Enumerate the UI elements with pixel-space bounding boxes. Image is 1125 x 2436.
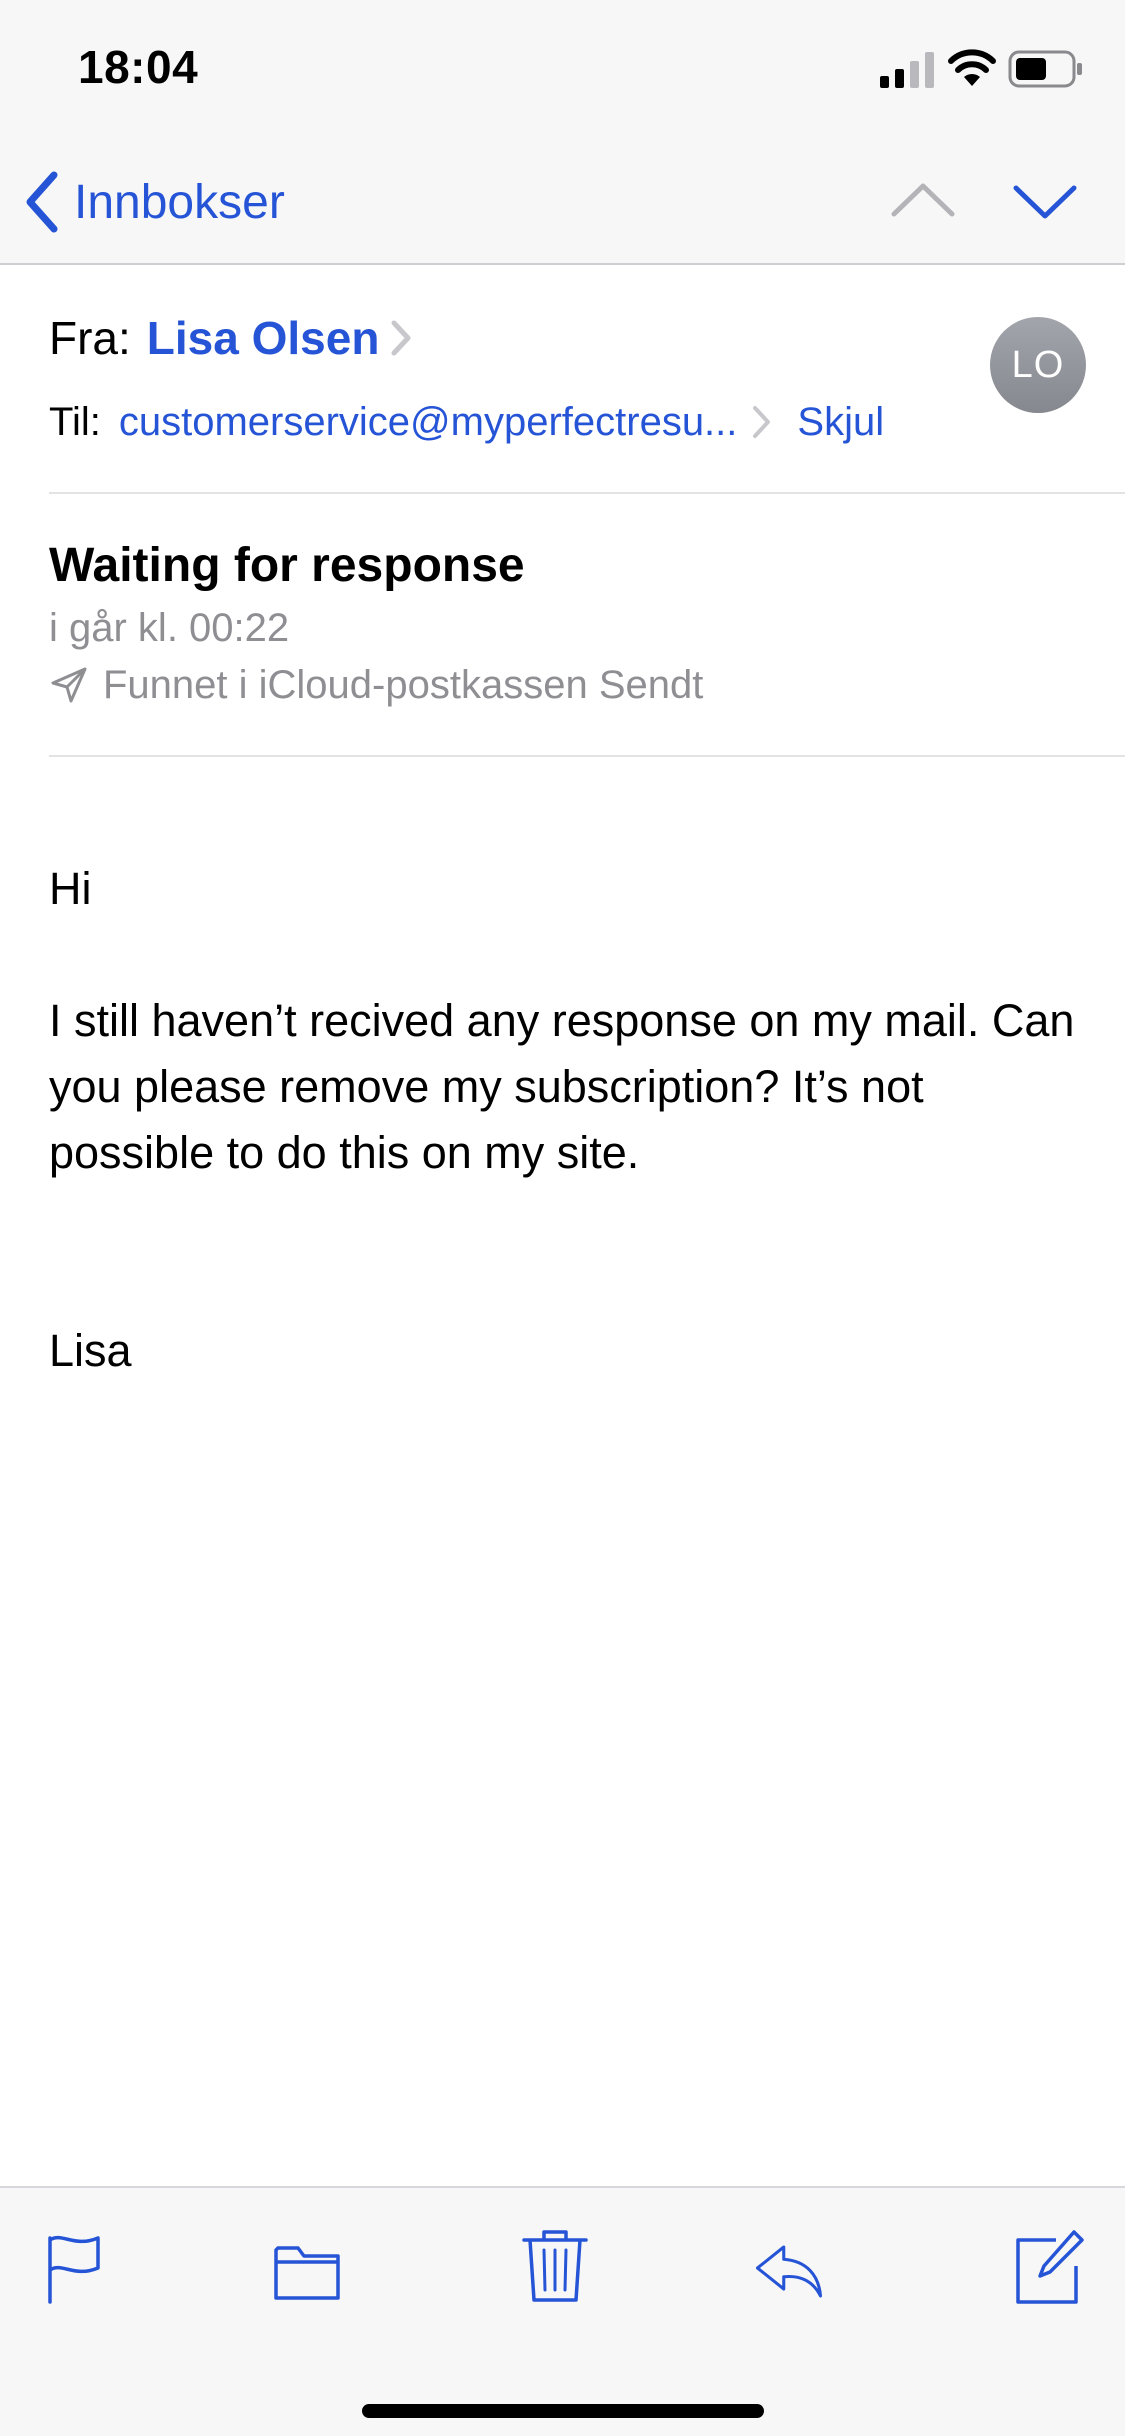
mailbox-location-text: Funnet i iCloud-postkassen Sendt — [103, 662, 704, 707]
chevron-left-icon — [26, 171, 58, 233]
divider — [49, 755, 1125, 757]
status-time: 18:04 — [78, 41, 199, 93]
body-greeting: Hi — [49, 863, 92, 914]
message-subject: Waiting for response — [49, 539, 525, 592]
reply-icon[interactable] — [754, 2228, 824, 2308]
battery-icon — [1008, 50, 1082, 88]
back-label: Innbokser — [74, 175, 285, 229]
from-row: Fra: Lisa Olsen — [49, 306, 413, 370]
chevron-right-icon — [391, 320, 411, 356]
body-paragraph: I still haven’t recived any response on … — [49, 995, 1075, 1178]
to-label: Til: — [49, 399, 101, 444]
divider — [49, 492, 1125, 494]
back-button[interactable]: Innbokser — [22, 162, 285, 242]
compose-icon[interactable] — [1014, 2226, 1084, 2306]
paper-plane-icon — [51, 667, 87, 703]
previous-message-button[interactable] — [890, 168, 956, 234]
folder-icon[interactable] — [272, 2228, 342, 2308]
mailbox-location: Funnet i iCloud-postkassen Sendt — [49, 660, 703, 710]
hide-details-link[interactable]: Skjul — [797, 400, 884, 445]
home-indicator — [362, 2404, 764, 2418]
nav-bar: Innbokser — [0, 140, 1125, 265]
message-date: i går kl. 00:22 — [49, 606, 290, 650]
next-message-button[interactable] — [1012, 168, 1078, 234]
chevron-right-icon — [753, 406, 771, 438]
body-signature: Lisa — [49, 1325, 132, 1376]
bottom-toolbar — [0, 2186, 1125, 2436]
sender-name[interactable]: Lisa Olsen — [147, 311, 380, 365]
recipient-address[interactable]: customerservice@myperfectresu... — [119, 400, 738, 445]
to-row: Til: customerservice@myperfectresu... Sk… — [49, 394, 884, 450]
flag-icon[interactable] — [40, 2228, 110, 2308]
trash-icon[interactable] — [520, 2224, 590, 2304]
status-bar: 18:04 — [0, 0, 1125, 140]
avatar[interactable]: LO — [990, 317, 1086, 413]
cellular-signal-icon — [880, 52, 934, 88]
from-label: Fra: — [49, 312, 131, 364]
wifi-icon — [948, 49, 996, 86]
